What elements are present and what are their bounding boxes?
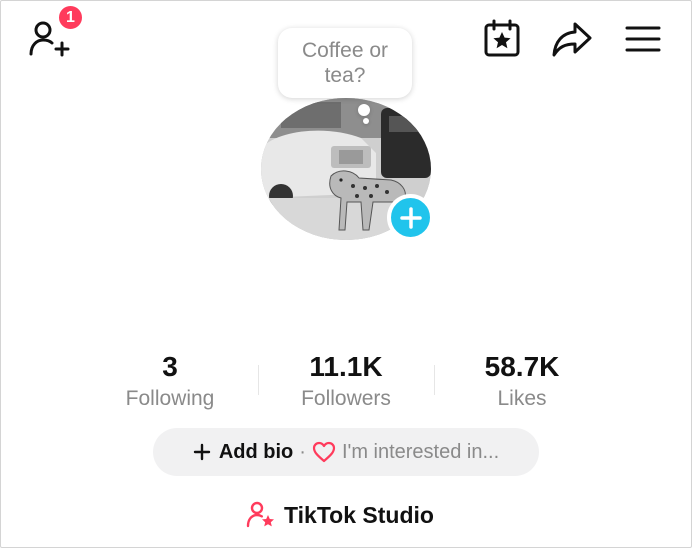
add-bio-label: Add bio — [218, 440, 294, 463]
stat-following[interactable]: 3 Following — [100, 350, 240, 412]
menu-button[interactable] — [622, 20, 664, 58]
note-bubble[interactable]: Coffee or tea? — [278, 28, 412, 98]
calendar-star-icon — [484, 19, 520, 57]
studio-user-star-icon — [246, 501, 274, 528]
stat-following-label: Following — [125, 387, 215, 410]
stat-divider — [434, 365, 435, 395]
menu-icon — [625, 26, 661, 52]
stat-likes[interactable]: 58.7K Likes — [452, 350, 592, 412]
note-bubble-tail-small — [363, 118, 369, 124]
tiktok-studio-label: TikTok Studio — [284, 501, 434, 528]
stat-followers[interactable]: 11.1K Followers — [276, 350, 416, 412]
heart-icon — [312, 441, 336, 463]
share-button[interactable] — [549, 18, 595, 60]
tiktok-studio-link[interactable]: TikTok Studio — [246, 498, 434, 532]
stat-likes-value: 58.7K — [484, 351, 560, 382]
add-avatar-button[interactable] — [387, 194, 434, 241]
stat-divider — [258, 365, 259, 395]
interests-placeholder: I'm interested in... — [341, 440, 500, 463]
stat-followers-label: Followers — [301, 387, 391, 410]
plus-icon — [399, 206, 422, 229]
plus-icon — [193, 443, 211, 461]
share-icon — [552, 22, 592, 57]
note-text: Coffee or tea? — [302, 39, 388, 87]
note-bubble-tail — [358, 104, 370, 116]
stat-following-value: 3 — [162, 351, 178, 382]
calendar-button[interactable] — [480, 18, 524, 60]
notification-badge: 1 — [57, 4, 84, 31]
add-bio-pill[interactable]: Add bio · I'm interested in... — [153, 428, 539, 476]
stat-likes-label: Likes — [497, 387, 547, 410]
bio-separator: · — [299, 440, 306, 463]
stat-followers-value: 11.1K — [309, 351, 383, 382]
